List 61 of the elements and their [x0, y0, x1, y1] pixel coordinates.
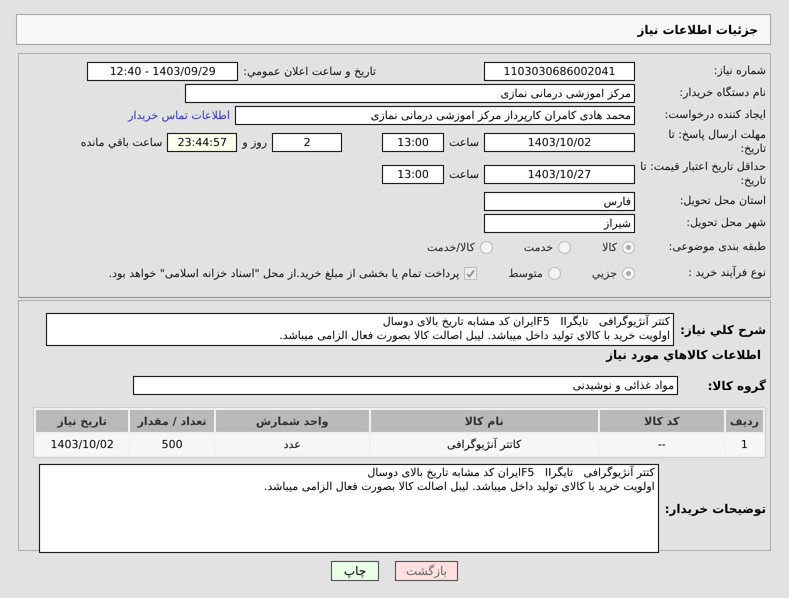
table-cell: 1	[726, 434, 763, 455]
reply-date-field[interactable]: 1403/10/02	[484, 132, 635, 152]
checkbox[interactable]	[464, 266, 478, 280]
validity-date-field[interactable]: 1403/10/27	[484, 164, 635, 184]
field-label: گروه کالا:	[706, 378, 766, 392]
field-label: نام دستگاه خریدار:	[678, 86, 766, 100]
province-field[interactable]: فارس	[484, 192, 635, 210]
buyer-notes-field[interactable]: کتتر آنژیوگرافی تایگرF5 IIایران کد مشابه تاریخ بالای دوسال اولویت خرید با کالای تولید داخل میباشد. لیبل اصالت کالا بصورت فعال الزامی میباشد.	[38, 464, 659, 553]
creator-field[interactable]: محمد هادی کامران کارپرداز مرکز اموزشی درمانی نمازی	[235, 106, 635, 124]
remaining-time-field[interactable]: 23:44:57	[167, 132, 238, 152]
buyer-contact-link[interactable]: اطلاعات تماس خریدار	[128, 108, 230, 122]
radio-label: جزیي	[592, 266, 617, 280]
days-field[interactable]: 2	[272, 132, 342, 152]
payment-note: پرداخت تمام یا بخشی از مبلغ خرید.از محل "اسناد خزانه اسلامی" خواهد بود.	[108, 266, 460, 280]
field-label: ساعت	[449, 136, 479, 148]
table-cell: 500	[130, 434, 214, 455]
field-label: ایجاد کننده درخواست:	[664, 108, 766, 122]
table-cell: عدد	[216, 434, 369, 455]
field-label: شماره نیاز:	[712, 64, 766, 78]
table-cell: کاتتر آنژیوگرافی	[370, 434, 598, 455]
radio-button[interactable]	[548, 266, 561, 280]
page-title: جزئیات اطلاعات نیاز	[16, 14, 771, 45]
print-button[interactable]: چاپ	[331, 561, 379, 581]
field-label: طبقه بندی موضوعی:	[668, 240, 766, 254]
goods-group-field[interactable]: مواد غذائی و نوشیدنی	[133, 376, 678, 395]
reply-time-field[interactable]: 13:00	[382, 132, 444, 152]
buyer-org-field[interactable]: مرکز اموزشی درمانی نمازی	[185, 84, 635, 102]
summary-field[interactable]: کتتر آنژیوگرافی تایگرF5 IIایران کد مشابه تاریخ بالای دوسال اولویت خرید با کالای تولید داخل میباشد. لیبل اصالت کالا بصورت فعال الزامی میباشد.	[46, 313, 674, 346]
validity-time-field[interactable]: 13:00	[382, 164, 444, 184]
column-header: نام کالا	[370, 410, 598, 432]
radio-button[interactable]	[558, 240, 572, 254]
field-label: استان محل تحویل:	[678, 194, 766, 208]
field-label: ساعت باقي مانده	[80, 136, 162, 148]
field-label: مهلت ارسال پاسخ: تا تاریخ:	[667, 128, 766, 156]
table-cell: --	[600, 434, 724, 455]
radio-label: خدمت	[524, 240, 554, 254]
field-label: شرح کلي نياز:	[680, 322, 766, 336]
radio-button[interactable]	[622, 266, 635, 280]
column-header: واحد شمارش	[216, 410, 369, 432]
field-label: نوع فرآیند خرید :	[687, 266, 766, 280]
city-field[interactable]: شیراز	[484, 214, 635, 232]
field-label: توضیحات خریدار:	[664, 502, 766, 516]
radio-button[interactable]	[480, 240, 493, 254]
field-label: حداقل تاریخ اعتبار قیمت: تا تاریخ:	[640, 160, 766, 188]
need-number-field[interactable]: 1103030686002041	[484, 62, 635, 80]
field-label: روز و	[242, 136, 268, 148]
column-header: تعداد / مقدار	[130, 410, 214, 432]
column-header: تاریخ نیاز	[36, 410, 128, 432]
radio-button[interactable]	[622, 240, 635, 254]
back-button[interactable]: بازگشت	[395, 561, 458, 581]
radio-label: کالا	[602, 240, 617, 254]
field-label: شهر محل تحویل:	[685, 216, 766, 230]
column-header: کد کالا	[600, 410, 724, 432]
radio-label: متوسط	[508, 266, 543, 280]
column-header: ردیف	[726, 410, 763, 432]
announce-date-field[interactable]: 1403/09/29 - 12:40	[87, 62, 238, 80]
field-label: تاریخ و ساعت اعلان عمومي:	[243, 64, 376, 78]
section-title: اطلاعات کالاهاي مورد نياز	[604, 348, 761, 362]
radio-label: کالا/خدمت	[427, 240, 475, 254]
table-cell: 1403/10/02	[36, 434, 128, 455]
field-label: ساعت	[449, 168, 479, 180]
